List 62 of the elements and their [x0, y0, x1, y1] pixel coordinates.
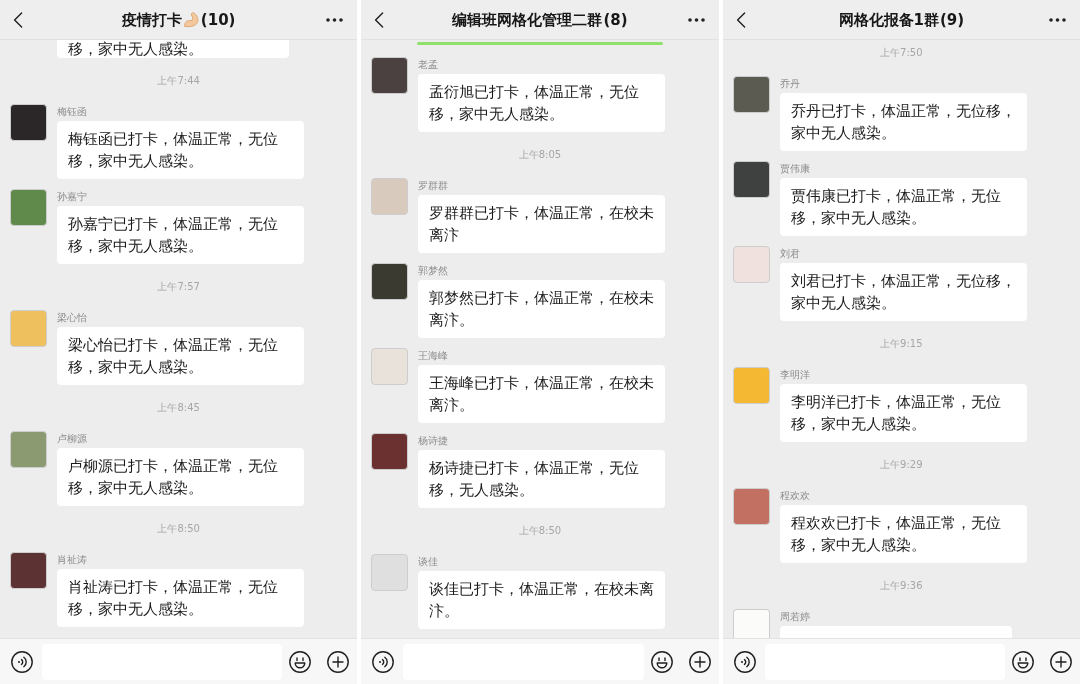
chat-title: 疫情打卡 [121, 9, 182, 30]
more-icon[interactable] [687, 17, 705, 22]
member-count: (10) [200, 9, 236, 30]
voice-icon[interactable] [733, 650, 756, 673]
emoji-icon[interactable] [1012, 650, 1034, 673]
message-bubble: 杨诗捷已打卡，体温正常，无位移，无人感染。 [418, 450, 666, 508]
message-bubble: 李明洋已打卡，体温正常，无位移，家中无人感染。 [779, 384, 1027, 442]
chat-title: 网格化报备1群 [838, 9, 939, 30]
message-bubble: 孙嘉宁已打卡，体温正常，无位移，家中无人感染。 [57, 206, 304, 264]
message-bubble: 刘君已打卡，体温正常，无位移，家中无人感染。 [779, 263, 1027, 321]
member-count: (8) [603, 9, 628, 30]
voice-icon[interactable] [11, 650, 33, 673]
plus-icon[interactable] [327, 650, 350, 673]
message-bubble: 移，家中无人感染。 [57, 40, 289, 58]
more-icon[interactable] [1049, 17, 1066, 22]
back-icon[interactable] [13, 11, 23, 28]
sender-name: 老孟 [418, 59, 439, 71]
voice-icon[interactable] [372, 650, 395, 673]
avatar-photo[interactable] [732, 161, 770, 198]
message-bubble: 梁心怡已打卡，体温正常，无位移，家中无人感染。 [57, 327, 304, 385]
sender-name: 梅钰函 [57, 106, 87, 118]
message-bubble: 肖祉涛已打卡，体温正常，无位移，家中无人感染。 [57, 569, 304, 627]
message-bubble: 罗群群已打卡，体温正常，在校未离汴 [418, 195, 666, 253]
sender-name: 刘君 [779, 248, 800, 260]
sender-name: 罗群群 [418, 180, 449, 192]
sender-name: 周若婷 [779, 611, 810, 623]
chat-title: 编辑班网格化管理二群 [452, 9, 603, 30]
sender-name: 李明洋 [779, 369, 810, 381]
sender-name: 乔丹 [779, 78, 800, 90]
sender-name: 肖祉涛 [57, 554, 87, 566]
plus-icon[interactable] [688, 650, 711, 673]
message-bubble: 卢柳源已打卡，体温正常，无位移，家中无人感染。 [57, 448, 304, 506]
sender-name: 程欢欢 [779, 490, 810, 502]
message-bubble: 乔丹已打卡，体温正常，无位移，家中无人感染。 [779, 93, 1027, 151]
message-bubble: 程欢欢已打卡，体温正常，无位移，家中无人感染。 [779, 505, 1027, 563]
avatar-photo[interactable] [371, 263, 409, 300]
sender-name: 谈佳 [418, 556, 439, 568]
sender-name: 卢柳源 [57, 433, 87, 445]
back-icon[interactable] [735, 11, 746, 28]
avatar-photo[interactable] [10, 552, 47, 589]
emoji-icon[interactable] [289, 650, 312, 673]
sender-name: 贾伟康 [779, 163, 810, 175]
sender-name: 梁心怡 [57, 312, 87, 324]
avatar-photo[interactable] [732, 76, 770, 113]
avatar-photo[interactable] [371, 433, 409, 470]
message-bubble: 孟衍旭已打卡，体温正常，无位移，家中无人感染。 [418, 74, 666, 132]
avatar-photo[interactable] [10, 104, 47, 141]
back-icon[interactable] [374, 11, 385, 28]
sender-name: 孙嘉宁 [57, 191, 87, 203]
emoji-icon[interactable] [650, 650, 673, 673]
avatar-photo[interactable] [371, 57, 409, 94]
message-bubble: 王海峰已打卡，体温正常，在校未离汴。 [418, 365, 666, 423]
plus-icon[interactable] [1050, 650, 1072, 673]
sender-name: 杨诗捷 [418, 435, 449, 447]
message-bubble: 贾伟康已打卡，体温正常，无位移，家中无人感染。 [779, 178, 1027, 236]
message-bubble: 郭梦然已打卡，体温正常，在校未离汴。 [418, 280, 666, 338]
more-icon[interactable] [326, 17, 344, 22]
message-bubble: 梅钰函已打卡，体温正常，无位移，家中无人感染。 [57, 121, 304, 179]
message-bubble: 谈佳已打卡，体温正常，在校未离汴。 [418, 571, 666, 629]
sender-name: 王海峰 [418, 350, 449, 362]
member-count: (9) [939, 9, 965, 30]
sender-name: 郭梦然 [418, 265, 449, 277]
